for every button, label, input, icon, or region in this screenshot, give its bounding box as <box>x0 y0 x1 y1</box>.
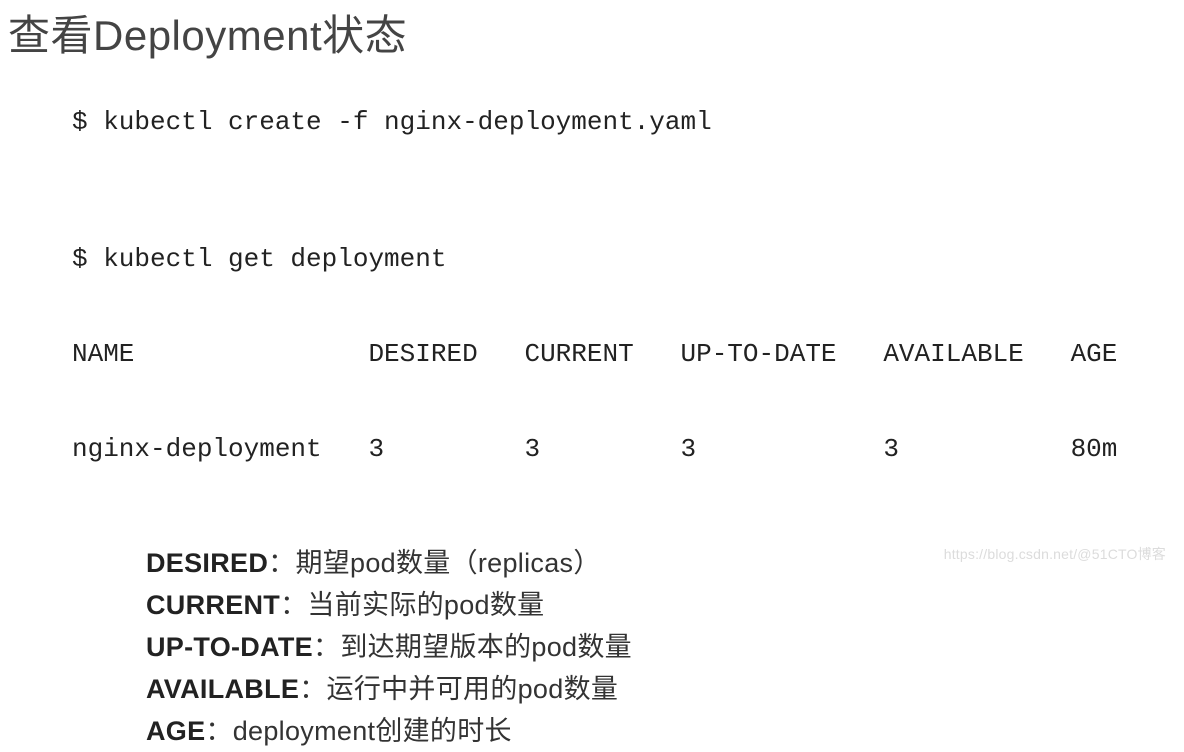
definition-desc: 到达期望版本的pod数量 <box>340 632 632 662</box>
definition-sep: ： <box>280 590 307 620</box>
definitions-list: DESIRED：期望pod数量（replicas） CURRENT：当前实际的p… <box>0 542 1184 752</box>
definition-sep: ： <box>299 674 326 704</box>
definition-uptodate: UP-TO-DATE：到达期望版本的pod数量 <box>146 626 1184 668</box>
command-create: $ kubectl create -f nginx-deployment.yam… <box>0 107 1184 139</box>
definition-sep: ： <box>268 548 295 578</box>
definition-label: CURRENT <box>146 590 280 620</box>
definition-age: AGE：deployment创建的时长 <box>146 710 1184 752</box>
definition-sep: ： <box>205 716 232 746</box>
command-get: $ kubectl get deployment <box>72 244 1184 276</box>
page-title: 查看Deployment状态 <box>0 0 1184 63</box>
definition-available: AVAILABLE：运行中并可用的pod数量 <box>146 668 1184 710</box>
definition-sep: ： <box>313 632 340 662</box>
table-header: NAME DESIRED CURRENT UP-TO-DATE AVAILABL… <box>72 339 1184 371</box>
definition-desc: 当前实际的pod数量 <box>307 590 544 620</box>
definition-current: CURRENT：当前实际的pod数量 <box>146 584 1184 626</box>
definition-desc: deployment创建的时长 <box>233 716 512 746</box>
definition-desc: 期望pod数量（replicas） <box>295 548 600 578</box>
definition-label: DESIRED <box>146 548 268 578</box>
watermark: https://blog.csdn.net/@51CTO博客 <box>944 544 1166 564</box>
definition-label: AGE <box>146 716 205 746</box>
definition-desc: 运行中并可用的pod数量 <box>327 674 619 704</box>
table-row: nginx-deployment 3 3 3 3 80m <box>72 434 1184 466</box>
definition-label: UP-TO-DATE <box>146 632 313 662</box>
definition-label: AVAILABLE <box>146 674 299 704</box>
command-get-block: $ kubectl get deployment NAME DESIRED CU… <box>0 181 1184 498</box>
